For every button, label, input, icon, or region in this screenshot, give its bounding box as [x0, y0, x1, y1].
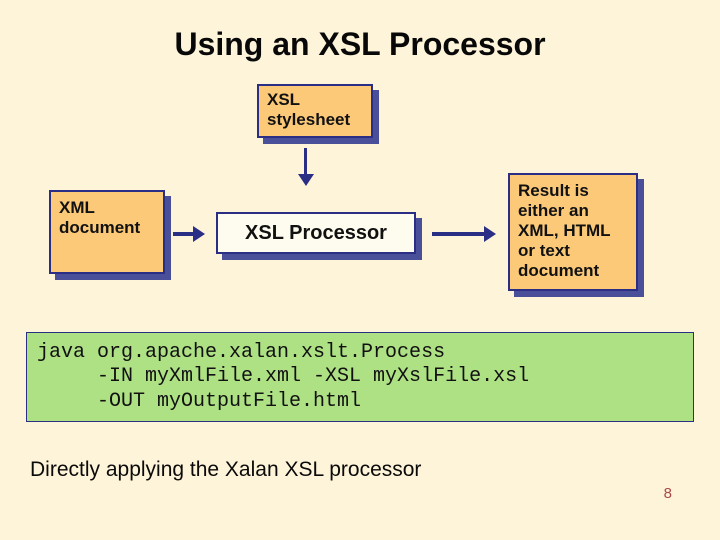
box-result: Result iseither anXML, HTMLor textdocume… — [508, 173, 638, 291]
box-xml-document: XMLdocument — [49, 190, 165, 274]
arrow-down-icon — [304, 148, 307, 182]
slide-title: Using an XSL Processor — [0, 26, 720, 63]
command-block: java org.apache.xalan.xslt.Process -IN m… — [26, 332, 694, 422]
box-xsl-processor: XSL Processor — [216, 212, 416, 254]
box-xsl-stylesheet: XSLstylesheet — [257, 84, 373, 138]
arrow-right-icon — [432, 232, 492, 236]
page-number: 8 — [664, 485, 672, 502]
arrow-right-icon — [173, 232, 201, 236]
slide-caption: Directly applying the Xalan XSL processo… — [30, 458, 421, 482]
